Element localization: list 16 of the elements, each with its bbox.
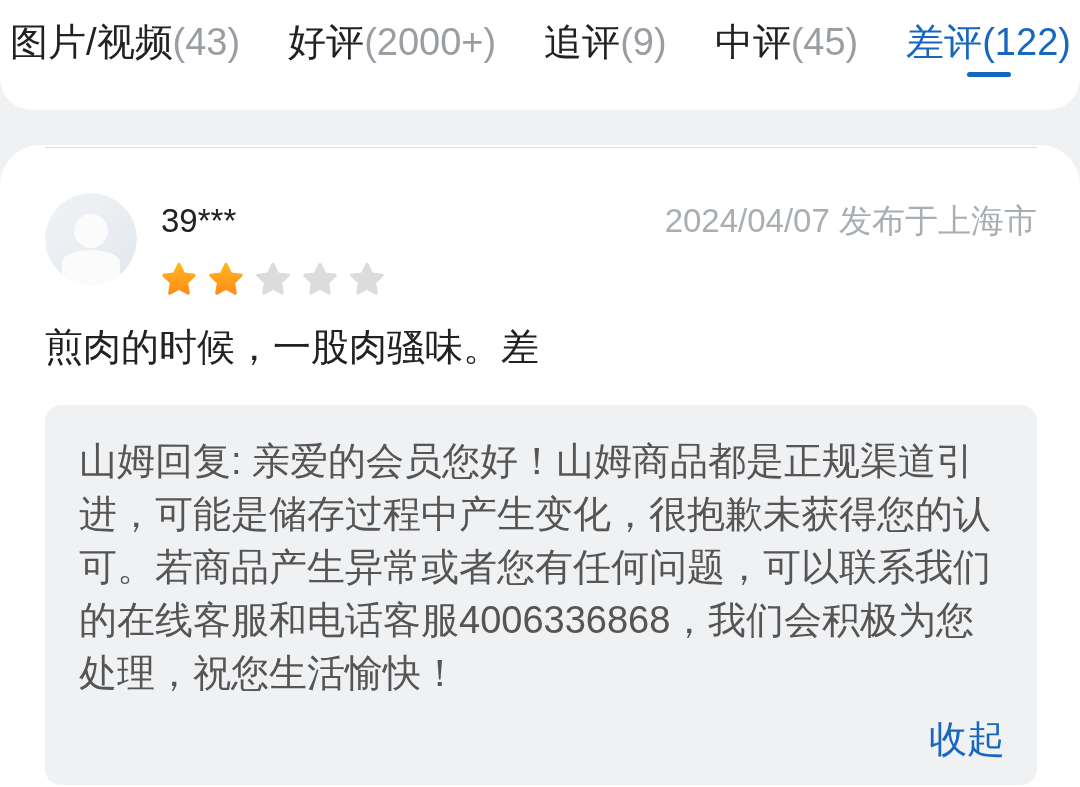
username: 39*** (161, 201, 237, 241)
star-icon (349, 262, 385, 297)
review-filter-tab[interactable]: 图片/视频(43) (10, 18, 241, 77)
star-icon (255, 262, 291, 297)
merchant-reply-text: 山姆回复: 亲爱的会员您好！山姆商品都是正规渠道引进，可能是储存过程中产生变化，很抱歉未获得您的认可。若商品产生异常或者您有任何问题，可以联系我们的在线客服和电话客服4006336868，我们会积极为您处理，祝您生活愉快！ (79, 439, 992, 696)
review-filter-tab[interactable]: 追评(9) (544, 18, 667, 77)
user-silhouette-icon (45, 193, 137, 285)
star-icon (302, 262, 338, 297)
star-icon (208, 262, 244, 297)
collapse-link[interactable]: 收起 (929, 713, 1005, 766)
review-date-location: 2024/04/07 发布于上海市 (664, 201, 1037, 241)
review-filter-tab[interactable]: 中评(45) (714, 18, 859, 77)
star-icon (161, 262, 197, 297)
review-filter-tab[interactable]: 差评(122) (906, 18, 1071, 77)
review-text: 煎肉的时候，一股肉骚味。差 (45, 325, 540, 370)
review-filter-tab[interactable]: 好评(2000+) (288, 18, 497, 77)
